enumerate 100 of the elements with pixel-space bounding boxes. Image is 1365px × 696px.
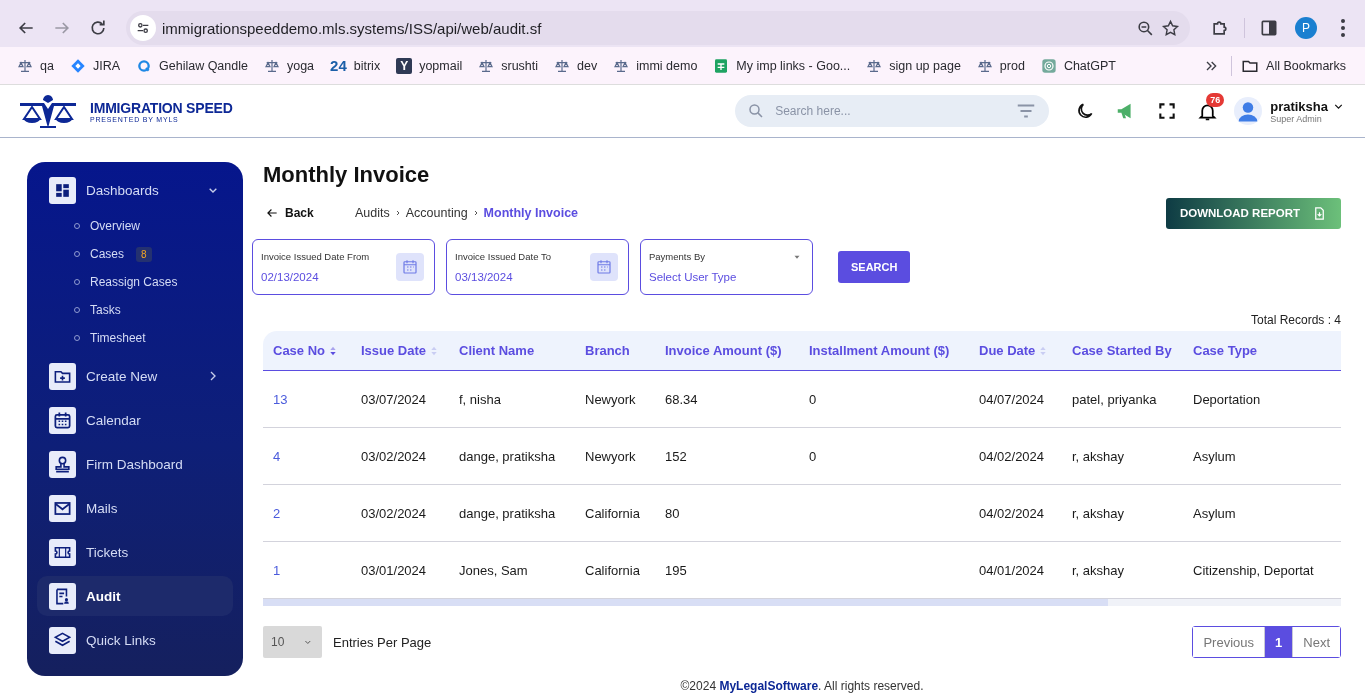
case-link[interactable]: 2 bbox=[273, 505, 281, 521]
table-cell: 0 bbox=[799, 427, 969, 485]
site-info-icon[interactable] bbox=[130, 15, 156, 41]
page-button[interactable]: 1 bbox=[1265, 627, 1293, 657]
bookmark[interactable]: My imp links - Goo... bbox=[708, 54, 856, 77]
next-button[interactable]: Next bbox=[1292, 627, 1340, 657]
search-input[interactable]: Search here... bbox=[773, 103, 1008, 119]
page-size-select[interactable]: 10 bbox=[263, 626, 322, 658]
case-link[interactable]: 1 bbox=[273, 562, 281, 578]
scale-icon bbox=[613, 57, 630, 74]
table-cell: 68.34 bbox=[655, 370, 799, 428]
sidebar-item[interactable]: Tickets bbox=[37, 532, 233, 572]
previous-button[interactable]: Previous bbox=[1193, 627, 1266, 657]
document-icon bbox=[1312, 205, 1327, 221]
bookmark[interactable]: JIRA bbox=[64, 54, 125, 77]
copyright-text: ©2024 MyLegalSoftware. All rights reserved. bbox=[680, 679, 924, 693]
table-cell: Newyork bbox=[575, 427, 655, 485]
bookmark[interactable]: qa bbox=[12, 54, 59, 77]
sidebar-item[interactable]: Calendar bbox=[37, 400, 233, 440]
url-text: immigrationspeeddemo.mls.systems/ISS/api/web/audit.sf bbox=[162, 19, 543, 37]
bookmark[interactable]: yoga bbox=[258, 54, 320, 77]
case-link[interactable]: 13 bbox=[273, 391, 288, 407]
table-cell: patel, priyanka bbox=[1062, 370, 1183, 428]
left-arrow-icon bbox=[265, 206, 279, 220]
brand-name: IMMIGRATION SPEED bbox=[90, 99, 233, 116]
date-field[interactable]: Invoice Issued Date From 02/13/2024 bbox=[252, 239, 435, 295]
zoom-icon[interactable] bbox=[1136, 18, 1155, 38]
reload-icon bbox=[88, 18, 108, 38]
case-link[interactable]: 4 bbox=[273, 448, 281, 464]
breadcrumb[interactable]: Accounting bbox=[405, 206, 468, 220]
bookmark[interactable]: sign up page bbox=[861, 54, 966, 77]
report-icon[interactable] bbox=[53, 586, 72, 606]
breadcrumb: Monthly Invoice bbox=[483, 206, 579, 220]
calendar-icon[interactable] bbox=[53, 410, 72, 430]
column-header: Case No bbox=[263, 331, 351, 371]
column-header: Branch bbox=[575, 331, 655, 371]
table-cell: Jones, Sam bbox=[449, 541, 575, 599]
date-field[interactable]: Invoice Issued Date To 03/13/2024 bbox=[446, 239, 629, 295]
sidebar-subitem[interactable]: Reassign Cases bbox=[37, 268, 233, 296]
sidebar-subitem[interactable]: Overview bbox=[37, 212, 233, 240]
column-header: Client Name bbox=[449, 331, 575, 371]
table-cell: 03/01/2024 bbox=[351, 541, 449, 599]
sliders-icon bbox=[135, 20, 151, 36]
bookmark[interactable]: Gehilaw Qandle bbox=[131, 54, 253, 77]
notification-count: 76 bbox=[1206, 92, 1225, 107]
scale-icon bbox=[554, 57, 571, 74]
sidebar-item[interactable]: Audit bbox=[37, 576, 233, 616]
scrollbar[interactable] bbox=[263, 599, 1108, 606]
table-cell: 0 bbox=[799, 370, 969, 428]
sidebar-item[interactable]: Dashboards bbox=[37, 170, 233, 210]
table-cell: 04/02/2024 bbox=[969, 484, 1062, 542]
address-bar[interactable]: immigrationspeeddemo.mls.systems/ISS/api/web/audit.sf bbox=[126, 11, 1190, 45]
table-cell: 03/07/2024 bbox=[351, 370, 449, 428]
user-name[interactable]: pratiksha bbox=[1270, 98, 1328, 114]
table-cell: 80 bbox=[655, 484, 799, 542]
column-header: Case Type bbox=[1183, 331, 1341, 371]
bookmark[interactable]: immi demo bbox=[608, 54, 703, 77]
spreadsheet-icon bbox=[713, 57, 730, 74]
sidebar-subitem[interactable]: Timesheet bbox=[37, 324, 233, 352]
sidebar-item[interactable]: Create New bbox=[37, 356, 233, 396]
search-button[interactable]: SEARCH bbox=[838, 251, 911, 283]
fullscreen-icon[interactable] bbox=[1157, 101, 1178, 121]
table-cell: Asylum bbox=[1183, 427, 1341, 485]
user-role: Super Admin bbox=[1270, 113, 1322, 124]
column-header: Invoice Amount ($) bbox=[655, 331, 799, 371]
table-cell: 04/01/2024 bbox=[969, 541, 1062, 599]
table-cell: r, akshay bbox=[1062, 541, 1183, 599]
scale-icon bbox=[976, 57, 993, 74]
bookmark[interactable]: ChatGPT bbox=[1035, 54, 1121, 77]
ring-icon bbox=[136, 57, 152, 74]
bookmark[interactable]: dev bbox=[549, 54, 603, 77]
table-cell: 03/02/2024 bbox=[351, 427, 449, 485]
diamond-icon bbox=[69, 57, 86, 74]
select-field[interactable]: Payments By Select User Type bbox=[640, 239, 813, 295]
bookmark[interactable]: prod bbox=[971, 54, 1030, 77]
table-cell: Citizenship, Deportat bbox=[1183, 541, 1341, 599]
scale-icon bbox=[866, 57, 883, 74]
download-report-button[interactable]: DOWNLOAD REPORT bbox=[1165, 197, 1341, 229]
profile-avatar[interactable]: P bbox=[1295, 17, 1317, 39]
sidebar-subitem[interactable]: Tasks bbox=[37, 296, 233, 324]
count-badge: 8 bbox=[136, 246, 152, 262]
stamp-icon[interactable] bbox=[53, 454, 72, 474]
table-cell: r, akshay bbox=[1062, 427, 1183, 485]
sidebar-item[interactable]: Mails bbox=[37, 488, 233, 528]
table-cell: Newyork bbox=[575, 370, 655, 428]
sidebar-subitem[interactable]: Cases 8 bbox=[37, 240, 233, 268]
table-cell: dange, pratiksha bbox=[449, 427, 575, 485]
avatar-icon[interactable] bbox=[1234, 97, 1263, 125]
sidebar-item[interactable]: Firm Dashboard bbox=[37, 444, 233, 484]
bookmark[interactable]: Y yopmail bbox=[391, 54, 468, 77]
bookmark[interactable]: srushti bbox=[473, 54, 544, 77]
sidebar-item[interactable]: Quick Links bbox=[37, 620, 233, 660]
back-button[interactable]: Back bbox=[263, 206, 355, 220]
all-bookmarks-button[interactable]: All Bookmarks bbox=[1236, 53, 1351, 78]
table-cell: r, akshay bbox=[1062, 484, 1183, 542]
search-bar[interactable]: Search here... bbox=[735, 95, 1050, 127]
scale-icon bbox=[478, 57, 495, 74]
breadcrumb[interactable]: Audits bbox=[355, 206, 390, 220]
star-icon[interactable] bbox=[1161, 18, 1180, 38]
bookmark[interactable]: 24 bitrix bbox=[325, 54, 386, 77]
